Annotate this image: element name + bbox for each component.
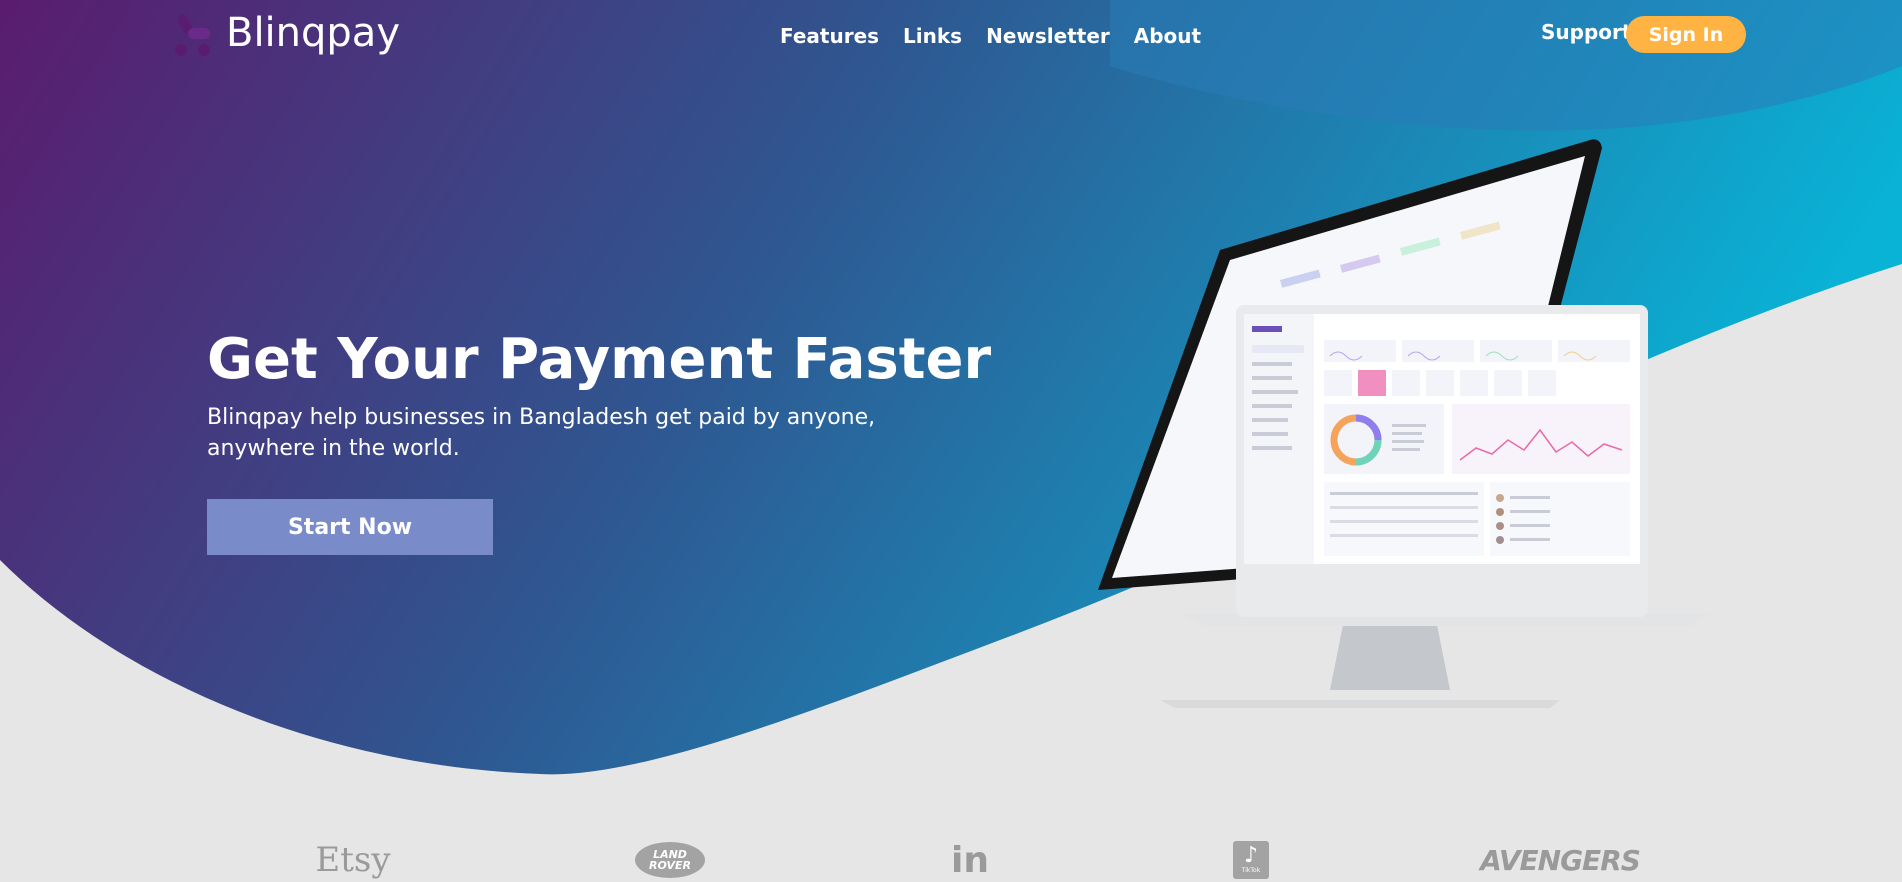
nav-link-features[interactable]: Features bbox=[780, 24, 879, 48]
brand-logo[interactable]: Blinqpay bbox=[172, 8, 400, 58]
top-navigation: Blinqpay Features Links Newsletter About… bbox=[0, 0, 1902, 70]
avengers-logo: AVENGERS bbox=[1480, 843, 1641, 877]
partner-logos: Etsy LAND ROVER in ♪ TikTok AVENGERS bbox=[0, 838, 1902, 882]
blinqpay-logo-icon bbox=[175, 14, 210, 56]
support-link[interactable]: Support bbox=[1541, 20, 1631, 44]
dashboard-device-mockup bbox=[1098, 139, 1710, 708]
brand-name: Blinqpay bbox=[226, 10, 400, 56]
nav-link-links[interactable]: Links bbox=[903, 24, 962, 48]
nav-link-newsletter[interactable]: Newsletter bbox=[986, 24, 1110, 48]
start-now-button[interactable]: Start Now bbox=[207, 499, 493, 555]
hero-subtitle: Blinqpay help businesses in Bangladesh g… bbox=[207, 405, 876, 461]
land-rover-logo-text: LAND ROVER bbox=[635, 842, 705, 878]
nav-link-about[interactable]: About bbox=[1134, 24, 1201, 48]
main-nav-links: Features Links Newsletter About bbox=[780, 24, 1225, 48]
linkedin-logo: in bbox=[951, 839, 989, 881]
monitor-screen-mockup bbox=[1236, 305, 1648, 617]
land-rover-logo: LAND ROVER bbox=[634, 838, 706, 882]
etsy-logo: Etsy bbox=[315, 840, 391, 880]
tiktok-logo-text: TikTok bbox=[1241, 867, 1261, 874]
sign-in-button[interactable]: Sign In bbox=[1626, 16, 1746, 53]
hero-title: Get Your Payment Faster bbox=[207, 327, 992, 392]
tiktok-logo: ♪ TikTok bbox=[1232, 838, 1270, 882]
tiktok-icon: ♪ bbox=[1243, 843, 1259, 868]
